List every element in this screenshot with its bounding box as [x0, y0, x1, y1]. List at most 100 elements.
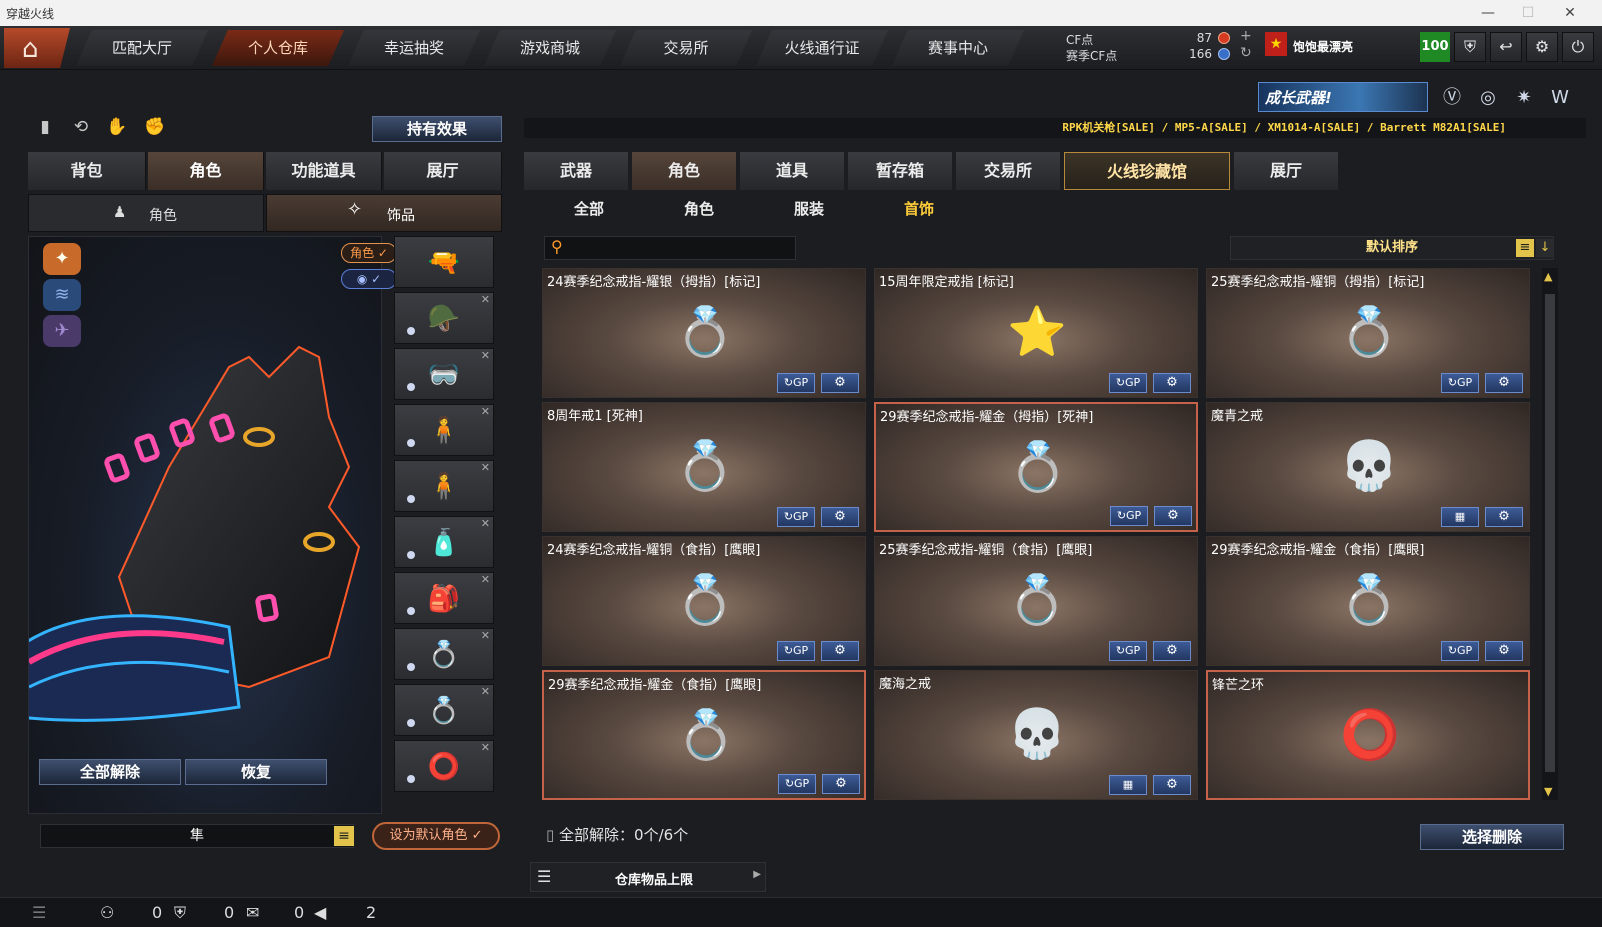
left-tab-0[interactable]: 背包 — [28, 152, 146, 190]
glove-icon[interactable]: ✊ — [142, 114, 168, 140]
minimize-button[interactable]: — — [1468, 2, 1508, 24]
settings-icon[interactable]: ⚙ — [1485, 507, 1523, 527]
renew-button[interactable]: ↻GP — [1109, 373, 1147, 393]
equip-slot[interactable]: 🎒 ✕ — [394, 572, 494, 624]
w-logo-icon[interactable]: W — [1546, 84, 1574, 112]
remove-icon[interactable]: ✕ — [481, 517, 490, 530]
badge-role[interactable]: 角色 ✓ — [341, 243, 397, 263]
equip-slot[interactable]: 💍 ✕ — [394, 628, 494, 680]
renew-button[interactable]: ↻GP — [777, 641, 815, 661]
item-card[interactable]: 24赛季纪念戒指-耀铜（食指）[鹰眼] 💍 ↻GP ⚙ — [542, 536, 866, 666]
stats-icon[interactable]: ▮ — [32, 114, 58, 140]
equip-slot[interactable]: 🧍 ✕ — [394, 460, 494, 512]
item-card[interactable]: 锋芒之环 ⭕ — [1206, 670, 1530, 800]
renew-button[interactable]: ↻GP — [1110, 506, 1148, 526]
item-card[interactable]: 25赛季纪念戒指-耀铜（拇指）[标记] 💍 ↻GP ⚙ — [1206, 268, 1530, 398]
renew-button[interactable]: ↻GP — [777, 507, 815, 527]
item-card[interactable]: 魔海之戒 💀 ▦ ⚙ — [874, 670, 1198, 800]
remove-icon[interactable]: ✕ — [481, 629, 490, 642]
clan-icon[interactable]: ⛨ — [174, 902, 186, 924]
character-preview[interactable]: 角色 ✓ ◉ ✓ ✦ ≋ ✈ 全部解除 恢复 — [28, 236, 397, 814]
nav-tab-2[interactable]: 幸运抽奖 — [348, 30, 480, 66]
rotate-icon[interactable]: ⟲ — [68, 114, 94, 140]
right-tab-3[interactable]: 暂存箱 — [848, 152, 952, 190]
renew-button[interactable]: ↻GP — [1441, 373, 1479, 393]
renew-button[interactable]: ↻GP — [777, 373, 815, 393]
item-card[interactable]: 29赛季纪念戒指-耀金（食指）[鹰眼] 💍 ↻GP ⚙ — [1206, 536, 1530, 666]
settings-icon[interactable]: ⚙ — [1154, 506, 1192, 526]
right-tab-2[interactable]: 道具 — [740, 152, 844, 190]
item-card[interactable]: 29赛季纪念戒指-耀金（拇指）[死神] 💍 ↻GP ⚙ — [874, 402, 1198, 532]
remove-icon[interactable]: ✕ — [481, 461, 490, 474]
shield-icon[interactable]: ⛨ — [1454, 32, 1486, 62]
left-tab-2[interactable]: 功能道具 — [266, 152, 382, 190]
left-tab-1[interactable]: 角色 — [148, 152, 264, 190]
nav-tab-3[interactable]: 游戏商城 — [484, 30, 616, 66]
close-button[interactable]: ✕ — [1550, 2, 1590, 24]
item-card[interactable]: 25赛季纪念戒指-耀铜（食指）[鹰眼] 💍 ↻GP ⚙ — [874, 536, 1198, 666]
remove-icon[interactable]: ✕ — [481, 405, 490, 418]
maximize-button[interactable]: ☐ — [1508, 2, 1548, 24]
badge-visibility[interactable]: ◉ ✓ — [341, 269, 397, 289]
right-tab-0[interactable]: 武器 — [524, 152, 628, 190]
remove-icon[interactable]: ✕ — [481, 349, 490, 362]
settings-icon[interactable]: ⚙ — [822, 774, 860, 794]
remove-icon[interactable]: ✕ — [481, 573, 490, 586]
equip-slot[interactable]: 💍 ✕ — [394, 684, 494, 736]
sort-dropdown[interactable]: 默认排序 — [1230, 236, 1554, 260]
remove-icon[interactable]: ✕ — [481, 293, 490, 306]
category-2[interactable]: 服装 — [774, 198, 844, 219]
settings-icon[interactable]: ⚙ — [821, 507, 859, 527]
power-icon[interactable]: ⏻ — [1562, 32, 1594, 62]
remove-icon[interactable]: ✕ — [481, 741, 490, 754]
search-input[interactable]: ⚲ — [544, 236, 796, 260]
nav-tab-0[interactable]: 匹配大厅 — [76, 30, 208, 66]
menu-icon[interactable]: ☰ — [32, 902, 46, 924]
right-tab-4[interactable]: 交易所 — [956, 152, 1060, 190]
settings-icon[interactable]: ⚙ — [1485, 373, 1523, 393]
select-delete-button[interactable]: 选择删除 — [1420, 824, 1564, 850]
settings-icon[interactable]: ⚙ — [1485, 641, 1523, 661]
item-card[interactable]: 15周年限定戒指 [标记] ⭐ ↻GP ⚙ — [874, 268, 1198, 398]
return-icon[interactable]: ↩ — [1490, 32, 1522, 62]
globe-icon[interactable]: ◎ — [1474, 84, 1502, 112]
player-info[interactable]: ★ 饱饱最漂亮 — [1265, 30, 1415, 62]
item-card[interactable]: 29赛季纪念戒指-耀金（食指）[鹰眼] 💍 ↻GP ⚙ — [542, 670, 866, 800]
renew-button[interactable]: ▦ — [1109, 775, 1147, 795]
right-tab-5[interactable]: 火线珍藏馆 — [1064, 152, 1230, 190]
sort-direction-icon[interactable]: ↓ — [1536, 239, 1554, 257]
settings-icon[interactable]: ⚙ — [1153, 775, 1191, 795]
settings-icon[interactable]: ⚙ — [821, 373, 859, 393]
scroll-up-icon[interactable]: ▲ — [1544, 270, 1552, 283]
warehouse-limit-bar[interactable]: ☰ 仓库物品上限 ▶ — [530, 862, 766, 892]
star-crest-icon[interactable]: ✷ — [1510, 84, 1538, 112]
chat-icon[interactable]: ✉ — [246, 902, 259, 924]
remove-icon[interactable]: ✕ — [481, 685, 490, 698]
scroll-thumb[interactable] — [1545, 294, 1555, 772]
hold-effect-button[interactable]: 持有效果 — [372, 116, 502, 142]
camp-emblem-icon[interactable]: ✦ — [43, 243, 81, 275]
growth-weapon-banner[interactable]: 成长武器! — [1258, 82, 1428, 112]
category-0[interactable]: 全部 — [554, 198, 624, 219]
category-1[interactable]: 角色 — [664, 198, 734, 219]
renew-button[interactable]: ↻GP — [1109, 641, 1147, 661]
scroll-down-icon[interactable]: ▼ — [1544, 785, 1552, 798]
sale-ticker[interactable]: RPK机关枪[SALE] / MP5-A[SALE] / XM1014-A[SA… — [524, 118, 1586, 138]
unequip-all-button[interactable]: 全部解除 — [39, 759, 181, 785]
item-card[interactable]: 魔青之戒 💀 ▦ ⚙ — [1206, 402, 1530, 532]
subtab-role[interactable]: ♟ 角色 — [28, 194, 264, 232]
item-card[interactable]: 8周年戒1 [死神] 💍 ↻GP ⚙ — [542, 402, 866, 532]
nav-tab-6[interactable]: 赛事中心 — [892, 30, 1024, 66]
sort-list-icon[interactable]: ≡ — [1516, 239, 1534, 257]
items-scrollbar[interactable]: ▲ ▼ — [1542, 268, 1558, 800]
nav-tab-5[interactable]: 火线通行证 — [756, 30, 888, 66]
character-name-field[interactable]: 隼 — [40, 824, 354, 848]
settings-icon[interactable]: ⚙ — [1153, 373, 1191, 393]
item-card[interactable]: 24赛季纪念戒指-耀银（拇指）[标记] 💍 ↻GP ⚙ — [542, 268, 866, 398]
refresh-icon[interactable]: ↻ — [1240, 45, 1252, 61]
restore-button[interactable]: 恢复 — [185, 759, 327, 785]
pose-icon[interactable]: ✋ — [104, 114, 130, 140]
left-tab-3[interactable]: 展厅 — [384, 152, 502, 190]
recharge-icon[interactable]: + — [1240, 28, 1252, 44]
friends-icon[interactable]: ⚇ — [100, 902, 114, 924]
